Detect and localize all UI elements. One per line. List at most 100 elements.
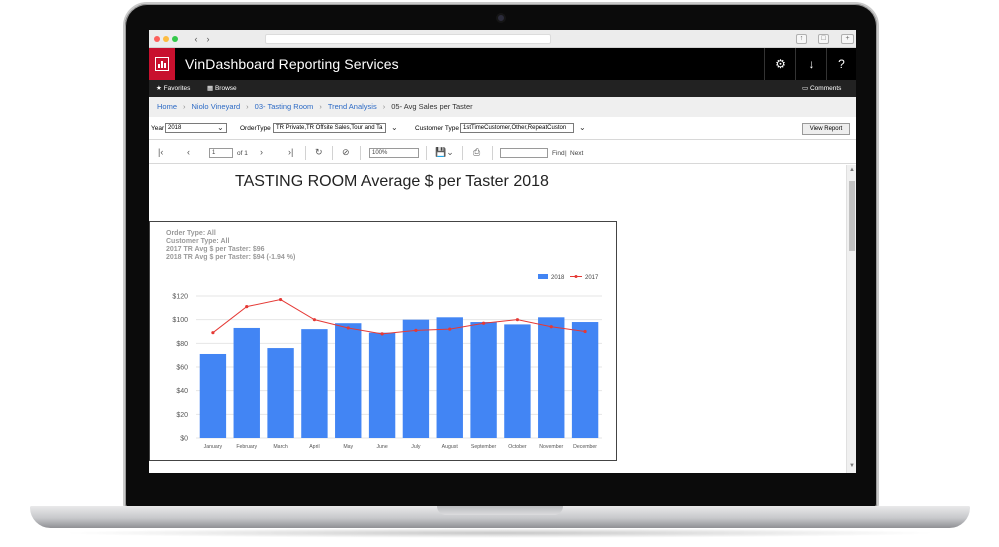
legend-marker-2017 [574, 275, 578, 278]
point-2017-may [346, 326, 350, 330]
maximize-window-button[interactable] [172, 36, 178, 42]
view-report-button[interactable]: View Report [802, 123, 850, 135]
y-tick-label: $20 [176, 412, 188, 419]
bar-december [571, 322, 599, 438]
find-input[interactable] [500, 148, 548, 158]
divider [360, 146, 361, 160]
parameters-bar: Year 2018 ⌄ OrderType TR Private,TR Offs… [149, 117, 856, 140]
scroll-up-icon[interactable]: ▲ [849, 167, 855, 173]
point-2017-january [211, 331, 215, 335]
breadcrumb-niolo-vineyard[interactable]: Niolo Vineyard [192, 102, 241, 111]
chevron-down-icon[interactable]: ⌄ [391, 123, 398, 132]
year-label: Year [151, 125, 165, 132]
app-header: VinDashboard Reporting Services ⚙ ↓ ? [149, 48, 856, 80]
point-2017-november [549, 325, 553, 329]
bar-january [199, 353, 227, 438]
divider [305, 146, 306, 160]
browse-icon: ▦ [207, 85, 214, 92]
y-tick-label: $120 [172, 294, 188, 301]
point-2017-march [278, 297, 283, 302]
bar-september [470, 322, 497, 438]
scrollbar-thumb[interactable] [849, 181, 855, 251]
x-tick-label: December [573, 444, 597, 450]
y-tick-label: $80 [176, 341, 188, 348]
bar-line-chart: $0 $20 $40 $60 $80 $100 $120 January February Mar… [172, 274, 602, 450]
x-tick-label: August [442, 444, 459, 450]
breadcrumb: Home › Niolo Vineyard › 03- Tasting Room › Tre… [149, 97, 856, 117]
report-logo-icon[interactable] [149, 48, 175, 80]
chevron-down-icon[interactable]: ⌄ [579, 123, 586, 132]
app-title: VinDashboard Reporting Services [185, 56, 399, 72]
new-tab-icon[interactable]: + [841, 34, 854, 44]
x-tick-label: May [343, 444, 353, 450]
x-tick-label: June [376, 444, 387, 450]
first-page-icon[interactable]: |‹ [158, 147, 163, 157]
breadcrumb-separator-icon: › [183, 102, 186, 111]
back-arrow-icon[interactable]: ‹ [191, 34, 201, 44]
point-2017-august [448, 327, 452, 331]
favorites-button[interactable]: ★ Favorites [156, 84, 190, 92]
y-tick-label: $60 [176, 365, 188, 372]
previous-page-icon[interactable]: ‹ [187, 147, 190, 157]
y-tick-label: $0 [180, 436, 188, 443]
y-tick-label: $40 [176, 388, 188, 395]
download-icon[interactable]: ↓ [795, 48, 827, 80]
legend-label-2017: 2017 [585, 275, 599, 281]
bar-november [538, 317, 565, 438]
zoom-select[interactable]: 100% [369, 148, 419, 158]
breadcrumb-home[interactable]: Home [157, 102, 177, 111]
find-button[interactable]: Find [552, 150, 565, 157]
last-page-icon[interactable]: ›| [288, 147, 293, 157]
legend-swatch-2018 [538, 274, 548, 279]
camera [496, 13, 506, 23]
bar-april [301, 329, 328, 438]
point-2017-july [414, 328, 418, 332]
next-button[interactable]: Next [570, 150, 583, 157]
star-icon: ★ [156, 85, 162, 92]
vertical-scrollbar[interactable]: ▲ ▼ [846, 165, 856, 473]
browse-label: Browse [214, 85, 237, 92]
breadcrumb-trend-analysis[interactable]: Trend Analysis [328, 102, 377, 111]
bar-june [368, 332, 396, 438]
point-2017-december [583, 329, 587, 334]
share-icon[interactable]: ↑ [796, 34, 807, 44]
page-count: of 1 [237, 150, 248, 157]
url-bar[interactable] [265, 34, 551, 44]
comments-button[interactable]: ▭ Comments [802, 84, 841, 92]
x-tick-label: November [539, 444, 563, 450]
point-2017-october [515, 318, 520, 322]
report-toolbar: |‹ ‹ 1 of 1 › ›| ↻ ⊘ 100% 💾⌄ ⎙ Find | Ne… [149, 142, 856, 164]
forward-arrow-icon[interactable]: › [203, 34, 213, 44]
breadcrumb-separator-icon: › [319, 102, 322, 111]
next-page-icon[interactable]: › [260, 147, 263, 157]
x-tick-label: September [471, 444, 497, 450]
refresh-icon[interactable]: ↻ [315, 147, 323, 158]
scroll-down-icon[interactable]: ▼ [849, 463, 855, 469]
screen: ‹ › ↑ □ + VinDashboard Reporting Service… [149, 30, 856, 473]
report-canvas: TASTING ROOM Average $ per Taster 2018 O… [149, 165, 846, 473]
minimize-window-button[interactable] [163, 36, 169, 42]
browse-button[interactable]: ▦ Browse [207, 84, 237, 92]
divider [492, 146, 493, 160]
breadcrumb-tasting-room[interactable]: 03- Tasting Room [255, 102, 314, 111]
chevron-down-icon[interactable]: ⌄ [217, 123, 224, 132]
close-window-button[interactable] [154, 36, 160, 42]
back-to-parent-icon[interactable]: ⊘ [342, 147, 350, 158]
customertype-select[interactable]: 1stTimeCustomer,Other,RepeatCuston [460, 123, 574, 133]
print-icon[interactable]: ⎙ [473, 147, 480, 158]
save-export-icon[interactable]: 💾⌄ [435, 147, 454, 158]
x-tick-label: March [273, 444, 288, 450]
page-number-input[interactable]: 1 [209, 148, 233, 158]
bar-march [267, 348, 294, 438]
bar-july [402, 319, 430, 438]
portal-toolbar: ★ Favorites ▦ Browse ▭ Comments [149, 80, 856, 97]
breadcrumb-current-report: 05- Avg Sales per Taster [391, 102, 473, 111]
divider [332, 146, 333, 160]
help-icon[interactable]: ? [826, 48, 856, 80]
ordertype-select[interactable]: TR Private,TR Offsite Sales,Tour and Ta [273, 123, 386, 133]
x-tick-label: January [204, 444, 223, 450]
bar-may [335, 323, 362, 438]
breadcrumb-separator-icon: › [246, 102, 249, 111]
tabs-icon[interactable]: □ [818, 34, 829, 44]
gear-icon[interactable]: ⚙ [764, 48, 796, 80]
